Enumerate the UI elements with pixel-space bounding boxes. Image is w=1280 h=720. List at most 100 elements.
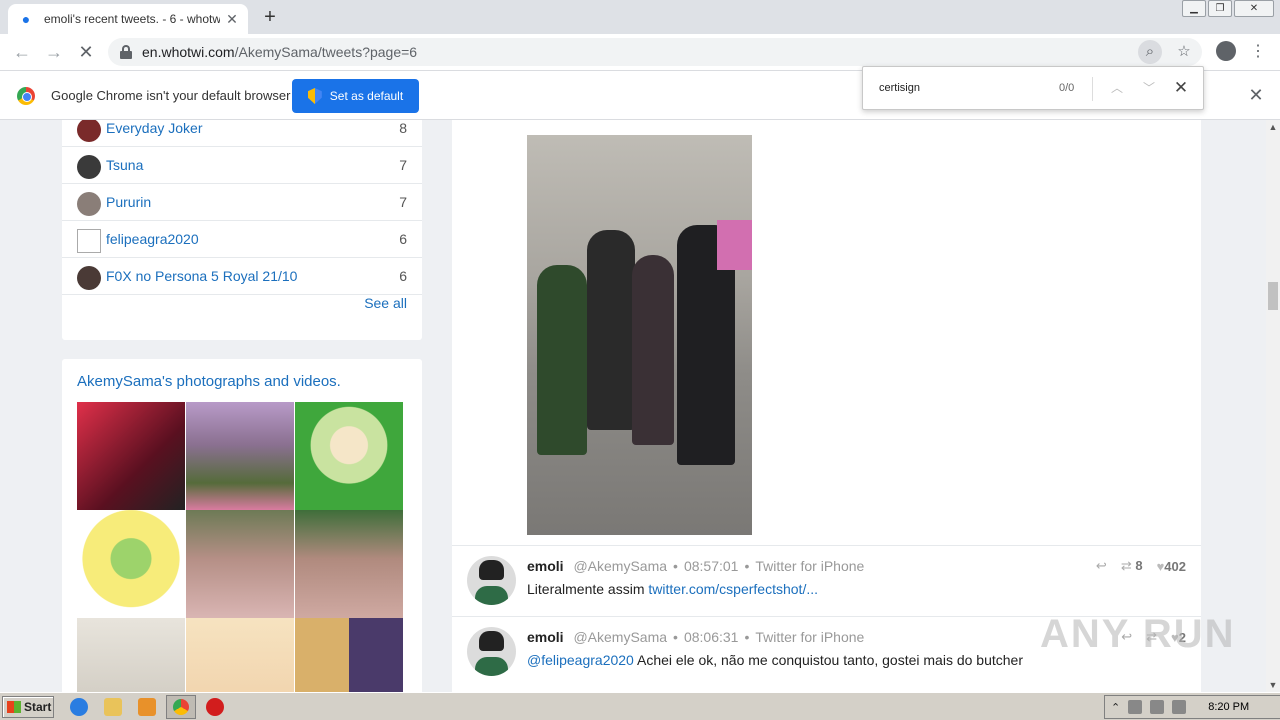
url-host: en.whotwi.com	[142, 44, 235, 60]
photo-figure	[537, 265, 587, 455]
tweet-handle[interactable]: @AkemySama	[573, 558, 667, 574]
tweet-body: Achei ele ok, não me conquistou tanto, g…	[633, 652, 1023, 668]
photo-thumbnail[interactable]	[295, 402, 403, 510]
avatar	[77, 192, 101, 216]
photos-title[interactable]: AkemySama's photographs and videos.	[77, 373, 341, 390]
user-name-link[interactable]: felipeagra2020	[106, 231, 199, 247]
flag-icon[interactable]	[1172, 700, 1187, 714]
list-item[interactable]: F0X no Persona 5 Royal 21/10 6	[62, 258, 422, 295]
photo-figure	[632, 255, 674, 445]
user-name-link[interactable]: F0X no Persona 5 Royal 21/10	[106, 268, 297, 284]
profile-avatar-icon[interactable]	[1216, 41, 1236, 61]
tweet-mention[interactable]: @felipeagra2020	[527, 652, 634, 668]
user-count: 7	[399, 194, 407, 210]
photo-thumbnail[interactable]	[77, 618, 185, 692]
scroll-up-icon[interactable]: ▲	[1266, 122, 1280, 132]
browser-tab[interactable]: ● emoli's recent tweets. - 6 - whotwi g …	[8, 4, 248, 34]
user-name-link[interactable]: Everyday Joker	[106, 120, 202, 136]
tweet-item[interactable]: emoli @AkemySama • 08:57:01 • Twitter for iP…	[452, 545, 1201, 615]
volume-icon[interactable]	[1128, 700, 1143, 714]
find-next-icon[interactable]: ﹀	[1139, 78, 1159, 98]
infobar-close-icon[interactable]: ✕	[1246, 85, 1266, 105]
tweet-photo[interactable]	[527, 135, 752, 535]
list-item[interactable]: Everyday Joker 8	[62, 120, 422, 147]
set-as-default-button[interactable]: Set as default	[292, 79, 419, 113]
find-match-count: 0/0	[1059, 82, 1075, 94]
scroll-down-icon[interactable]: ▼	[1266, 680, 1280, 690]
start-button[interactable]: Start	[2, 696, 54, 718]
avatar[interactable]	[467, 556, 516, 605]
photo-thumbnail[interactable]	[295, 510, 403, 618]
file-explorer-icon[interactable]	[104, 698, 122, 716]
user-count: 8	[399, 120, 407, 136]
page-scrollbar[interactable]: ▲ ▼	[1266, 120, 1280, 692]
stop-loading-icon[interactable]: ✕	[74, 40, 98, 64]
antivirus-icon[interactable]	[206, 698, 224, 716]
tweets-column: emoli @AkemySama • 08:57:01 • Twitter for iP…	[452, 120, 1201, 692]
tweet-time[interactable]: 08:06:31	[684, 629, 739, 645]
avatar	[77, 266, 101, 290]
chrome-icon	[173, 699, 189, 715]
kebab-menu-icon[interactable]: ⋮	[1250, 40, 1266, 64]
uac-shield-icon	[307, 88, 322, 104]
tab-strip: ● emoli's recent tweets. - 6 - whotwi g …	[0, 0, 1280, 34]
forward-arrow-icon[interactable]: →	[42, 40, 66, 64]
tweet-source: Twitter for iPhone	[755, 629, 865, 645]
new-tab-button[interactable]: +	[258, 6, 282, 30]
scroll-thumb[interactable]	[1268, 282, 1278, 310]
network-icon[interactable]	[1150, 700, 1165, 714]
tab-close-icon[interactable]: ✕	[224, 11, 240, 27]
window-close-button[interactable]: ✕	[1234, 0, 1274, 17]
user-name-link[interactable]: Pururin	[106, 194, 151, 210]
photo-thumbnail[interactable]	[77, 510, 185, 618]
tweet-author-name[interactable]: emoli	[527, 629, 564, 645]
avatar[interactable]	[467, 627, 516, 676]
find-input[interactable]: certisign	[879, 82, 920, 94]
photo-thumbnail[interactable]	[186, 402, 294, 510]
find-divider	[1092, 77, 1093, 101]
list-item[interactable]: Pururin 7	[62, 184, 422, 221]
find-in-page-icon[interactable]: ⌕	[1138, 40, 1162, 64]
window-controls: ▁ ❐ ✕	[1182, 0, 1274, 18]
chrome-taskbar-button[interactable]	[166, 695, 196, 719]
tweet-body: Literalmente assim	[527, 581, 649, 597]
bookmark-star-icon[interactable]: ☆	[1172, 40, 1196, 64]
user-count: 6	[399, 268, 407, 284]
like-stat[interactable]: ♥402	[1157, 559, 1186, 574]
media-player-icon[interactable]	[138, 698, 156, 716]
photo-thumbnail[interactable]	[77, 402, 185, 510]
photo-booth	[717, 220, 752, 270]
find-bar: certisign 0/0 ︿ ﹀ ✕	[862, 66, 1204, 110]
restore-button[interactable]: ❐	[1208, 0, 1232, 17]
omnibox-actions: ⌕ ☆	[1138, 40, 1196, 64]
address-bar[interactable]: en.whotwi.com/AkemySama/tweets?page=6 ⌕ …	[108, 38, 1202, 66]
user-name-link[interactable]: Tsuna	[106, 157, 143, 173]
avatar	[77, 155, 101, 179]
see-all-link[interactable]: See all	[364, 295, 407, 311]
reply-icon[interactable]: ↩	[1096, 558, 1107, 574]
loading-favicon-icon: ●	[21, 11, 31, 27]
chrome-logo-icon	[17, 87, 35, 105]
photo-thumbnail[interactable]	[295, 618, 403, 692]
find-close-icon[interactable]: ✕	[1171, 78, 1191, 98]
tweet-link[interactable]: twitter.com/csperfectshot/...	[648, 581, 818, 597]
list-item[interactable]: Tsuna 7	[62, 147, 422, 184]
tweet-time[interactable]: 08:57:01	[684, 558, 739, 574]
page-content: Everyday Joker 8 Tsuna 7 Pururin 7 felip…	[0, 120, 1266, 692]
minimize-button[interactable]: ▁	[1182, 0, 1206, 17]
retweet-stat[interactable]: ⇄ 8	[1121, 558, 1143, 574]
tweet-handle[interactable]: @AkemySama	[573, 629, 667, 645]
back-arrow-icon[interactable]: ←	[10, 40, 34, 64]
system-tray: ⌃ 8:20 PM	[1104, 695, 1280, 719]
tray-expand-icon[interactable]: ⌃	[1111, 701, 1120, 714]
top-users-card: Everyday Joker 8 Tsuna 7 Pururin 7 felip…	[62, 120, 422, 340]
photo-thumbnail[interactable]	[186, 510, 294, 618]
find-previous-icon[interactable]: ︿	[1107, 78, 1127, 98]
clock[interactable]: 8:20 PM	[1208, 701, 1249, 713]
photo-thumbnail[interactable]	[186, 618, 294, 692]
list-item[interactable]: felipeagra2020 6	[62, 221, 422, 258]
user-count: 7	[399, 157, 407, 173]
tweet-header: emoli @AkemySama • 08:06:31 • Twitter for iP…	[527, 629, 865, 645]
internet-explorer-icon[interactable]	[70, 698, 88, 716]
tweet-author-name[interactable]: emoli	[527, 558, 564, 574]
